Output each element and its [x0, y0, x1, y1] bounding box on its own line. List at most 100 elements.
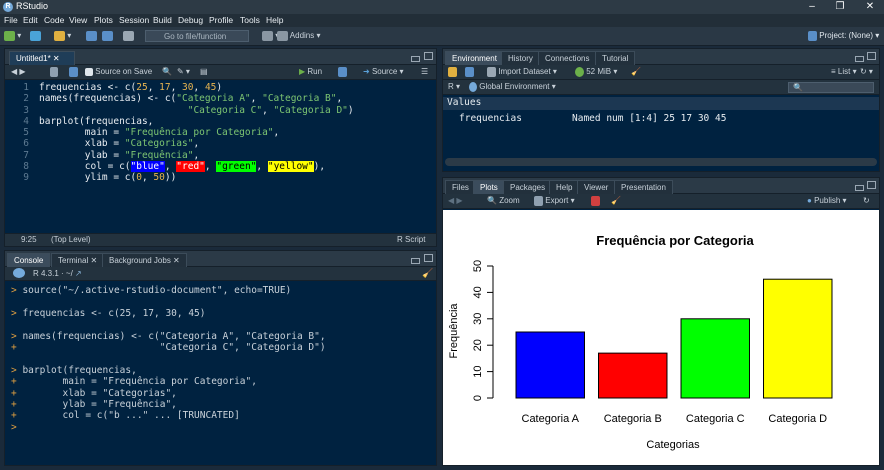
tab-history[interactable]: History	[501, 51, 540, 65]
menu-code[interactable]: Code	[44, 15, 64, 25]
back-arrow-icon[interactable]: ◀ ▶	[11, 66, 26, 78]
code-token: 25	[136, 82, 148, 93]
code-line[interactable]: 7 ylab = "Frequência",	[5, 150, 435, 161]
show-window-icon[interactable]	[50, 66, 58, 78]
tab-files[interactable]: Files	[445, 180, 476, 194]
prev-plot-icon[interactable]: ◀ ▶	[448, 195, 463, 207]
menu-tools[interactable]: Tools	[240, 15, 260, 25]
minimize-pane-icon[interactable]	[855, 56, 864, 62]
addins-menu[interactable]: Addins ▾	[277, 30, 321, 42]
menu-plots[interactable]: Plots	[94, 15, 113, 25]
code-line[interactable]: 9 ylim = c(0, 50))	[5, 172, 435, 183]
tab-environment[interactable]: Environment	[445, 51, 504, 65]
import-dataset-button[interactable]: Import Dataset ▾	[487, 66, 557, 78]
menu-view[interactable]: View	[69, 15, 87, 25]
code-line[interactable]: 5 main = "Frequência por Categoria",	[5, 127, 435, 138]
new-project-icon[interactable]	[30, 30, 41, 42]
wand-icon[interactable]: ✎ ▾	[177, 66, 190, 78]
tab-help[interactable]: Help	[549, 180, 580, 194]
minimize-pane-icon[interactable]	[411, 258, 420, 264]
outline-icon[interactable]: ☰	[421, 66, 428, 78]
clear-plots-icon[interactable]: 🧹	[611, 195, 621, 207]
source-on-save-checkbox[interactable]: Source on Save	[85, 66, 152, 78]
scope-select[interactable]: Global Environment ▾	[469, 81, 556, 93]
clear-console-icon[interactable]: 🧹	[422, 268, 433, 279]
code-text: xlab = "Categorias",	[39, 138, 199, 149]
minimize-icon[interactable]: –	[802, 0, 822, 14]
tab-packages[interactable]: Packages	[503, 180, 553, 194]
maximize-pane-icon[interactable]	[867, 181, 876, 189]
env-variable-row[interactable]: frequencias Named num [1:4] 25 17 30 45	[443, 111, 879, 125]
refresh-plot-icon[interactable]: ↻	[863, 195, 870, 207]
publish-button[interactable]: ● Publish ▾	[807, 195, 847, 207]
run-button[interactable]: ▶ Run	[299, 66, 322, 78]
code-area[interactable]: 1 frequencias <- c(25, 17, 30, 45) 2 names(…	[5, 80, 436, 231]
tab-background-jobs[interactable]: Background Jobs ✕	[102, 253, 187, 267]
code-line[interactable]: 6 xlab = "Categorias",	[5, 138, 435, 149]
tab-connections[interactable]: Connections	[538, 51, 597, 65]
code-token: "Categorias"	[124, 138, 194, 150]
maximize-pane-icon[interactable]	[867, 52, 876, 60]
minimize-pane-icon[interactable]	[411, 56, 420, 62]
minimize-pane-icon[interactable]	[855, 185, 864, 191]
view-mode-select[interactable]: ≡ List ▾	[831, 66, 857, 78]
bar	[598, 352, 668, 399]
rerun-icon[interactable]	[338, 66, 347, 78]
search-icon[interactable]: 🔍	[162, 66, 172, 78]
menu-build[interactable]: Build	[153, 15, 172, 25]
save-editor-icon[interactable]	[69, 66, 78, 78]
source-button[interactable]: ➜ Source ▾	[363, 66, 404, 78]
tab-terminal-label: Terminal	[58, 256, 89, 265]
code-text: frequencias <- c(25, 17, 30, 45)	[39, 82, 222, 93]
new-file-icon[interactable]: ▾	[4, 30, 21, 42]
tab-viewer[interactable]: Viewer	[577, 180, 616, 194]
cursor-position: 9:25	[21, 235, 37, 244]
memory-usage[interactable]: 52 MiB ▾	[575, 66, 617, 78]
maximize-pane-icon[interactable]	[424, 254, 433, 262]
menu-file[interactable]: File	[4, 15, 18, 25]
code-line[interactable]: 8 col = c("blue", "red", "green", "yello…	[5, 161, 435, 173]
tab-untitled1[interactable]: Untitled1* ✕	[9, 51, 75, 65]
file-type-indicator[interactable]: R Script	[397, 235, 425, 244]
code-line[interactable]: 3 "Categoria C", "Categoria D")	[5, 105, 435, 116]
save-workspace-icon[interactable]	[465, 66, 474, 78]
print-icon[interactable]	[123, 30, 134, 42]
close-icon[interactable]: ✕	[860, 0, 880, 14]
goto-file-input[interactable]: Go to file/function	[145, 30, 249, 42]
compile-icon[interactable]: ▤	[200, 66, 208, 78]
project-menu[interactable]: Project: (None) ▾	[808, 30, 879, 42]
menu-edit[interactable]: Edit	[23, 15, 38, 25]
scope-indicator[interactable]: (Top Level)	[51, 235, 91, 244]
code-token: ,	[193, 138, 200, 150]
load-workspace-icon[interactable]	[448, 66, 457, 78]
save-icon[interactable]	[86, 30, 97, 42]
code-line[interactable]: 2 names(frequencias) <- c("Categoria A", …	[5, 93, 435, 104]
zoom-button[interactable]: 🔍 Zoom	[487, 195, 520, 207]
menu-debug[interactable]: Debug	[178, 15, 203, 25]
remove-plot-icon[interactable]	[591, 195, 600, 207]
tab-plots[interactable]: Plots	[473, 180, 505, 194]
tab-terminal[interactable]: Terminal ✕	[51, 253, 105, 267]
tab-presentation[interactable]: Presentation	[614, 180, 673, 194]
console-output[interactable]: > source("~/.active-rstudio-document", e…	[11, 285, 431, 433]
code-line[interactable]: 4 barplot(frequencias,	[5, 116, 435, 127]
save-all-icon[interactable]	[102, 30, 113, 42]
horizontal-scrollbar[interactable]	[445, 158, 877, 166]
menu-session[interactable]: Session	[119, 15, 149, 25]
env-search-input[interactable]: 🔍	[788, 82, 874, 93]
code-text: main = "Frequência por Categoria",	[39, 127, 280, 138]
maximize-pane-icon[interactable]	[424, 52, 433, 60]
language-select[interactable]: R ▾	[448, 81, 460, 93]
menu-help[interactable]: Help	[266, 15, 283, 25]
open-file-icon[interactable]: ▾	[54, 30, 71, 42]
maximize-icon[interactable]: ❐	[830, 0, 850, 14]
line-number: 2	[23, 93, 29, 105]
clear-env-icon[interactable]: 🧹	[631, 66, 641, 78]
tab-console[interactable]: Console	[7, 253, 51, 267]
tab-tutorial[interactable]: Tutorial	[595, 51, 636, 65]
menu-profile[interactable]: Profile	[209, 15, 233, 25]
refresh-icon[interactable]: ↻ ▾	[860, 66, 873, 78]
code-line[interactable]: 1 frequencias <- c(25, 17, 30, 45)	[5, 82, 435, 93]
console-line: + main = "Frequência por Categoria",	[11, 376, 431, 387]
export-button[interactable]: Export ▾	[534, 195, 575, 207]
